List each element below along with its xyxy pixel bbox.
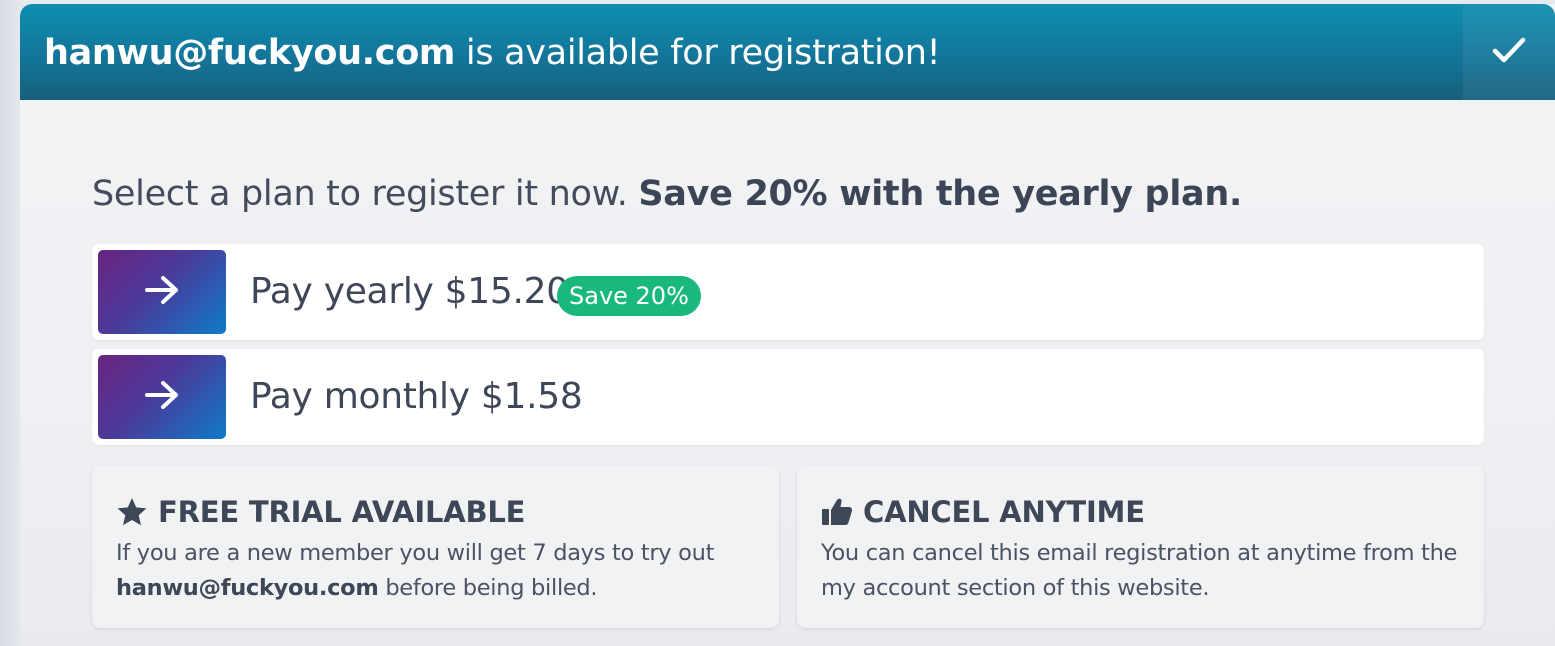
- save-badge: Save 20%: [557, 276, 701, 316]
- intro-emphasis: Save 20% with the yearly plan.: [638, 174, 1242, 214]
- plan-monthly-label: Pay monthly $1.58: [250, 376, 583, 417]
- plan-yearly-option[interactable]: Pay yearly $15.20 Save 20%: [92, 244, 1484, 340]
- confirm-button[interactable]: [1462, 4, 1555, 100]
- thumbs-up-icon: [821, 495, 855, 529]
- plan-yearly-arrow-button[interactable]: [98, 250, 226, 334]
- free-trial-text-start: If you are a new member you will get 7 d…: [116, 540, 715, 566]
- header-message: is available for registration!: [455, 33, 941, 73]
- cancel-anytime-text: You can cancel this email registration a…: [821, 540, 1458, 601]
- availability-header: hanwu@fuckyou.com is available for regis…: [20, 4, 1555, 100]
- plan-intro: Select a plan to register it now. Save 2…: [92, 174, 1242, 214]
- plan-monthly-arrow-button[interactable]: [98, 355, 226, 439]
- check-icon: [1492, 36, 1526, 68]
- arrow-right-icon: [143, 379, 181, 415]
- arrow-right-icon: [143, 274, 181, 310]
- free-trial-email: hanwu@fuckyou.com: [116, 575, 379, 601]
- free-trial-text-end: before being billed.: [378, 575, 598, 601]
- plan-monthly-option[interactable]: Pay monthly $1.58: [92, 349, 1484, 445]
- availability-title: hanwu@fuckyou.com is available for regis…: [44, 28, 941, 78]
- registration-panel: hanwu@fuckyou.com is available for regis…: [20, 4, 1555, 646]
- free-trial-card: FREE TRIAL AVAILABLE If you are a new me…: [92, 466, 779, 628]
- cancel-anytime-card: CANCEL ANYTIME You can cancel this email…: [797, 466, 1484, 628]
- free-trial-heading: FREE TRIAL AVAILABLE: [116, 494, 525, 530]
- free-trial-title: FREE TRIAL AVAILABLE: [158, 495, 526, 529]
- free-trial-text: If you are a new member you will get 7 d…: [116, 536, 766, 606]
- intro-text: Select a plan to register it now.: [92, 174, 639, 214]
- plan-yearly-label: Pay yearly $15.20: [250, 271, 569, 312]
- cancel-anytime-title: CANCEL ANYTIME: [863, 495, 1145, 529]
- cancel-anytime-heading: CANCEL ANYTIME: [821, 494, 1145, 530]
- header-email: hanwu@fuckyou.com: [44, 33, 456, 73]
- star-icon: [116, 495, 150, 529]
